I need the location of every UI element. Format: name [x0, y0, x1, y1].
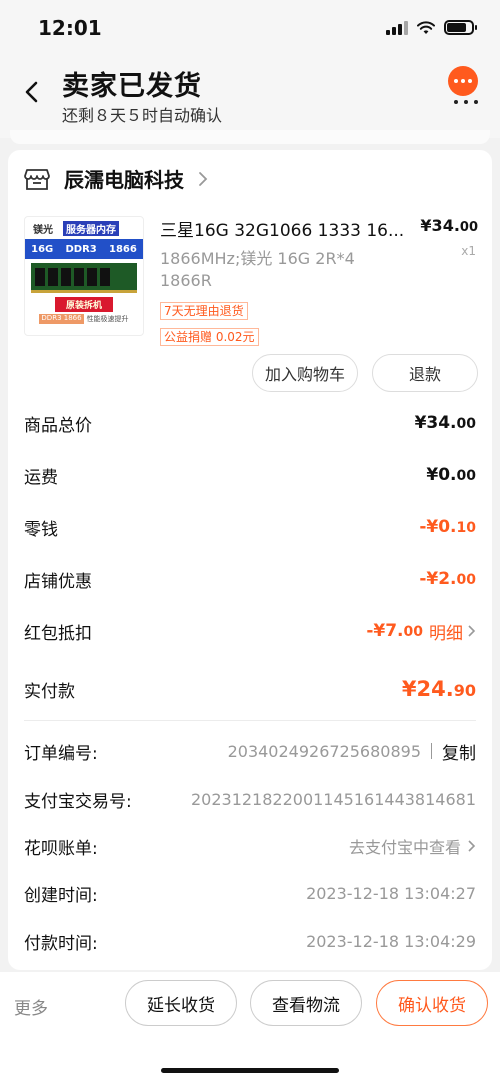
- home-indicator[interactable]: [161, 1068, 339, 1073]
- cost-value: -¥7.00: [366, 621, 423, 641]
- image-brand-text: 镁光: [33, 224, 53, 236]
- chevron-right-icon: [468, 625, 476, 637]
- chevron-right-icon: [199, 171, 208, 186]
- confirm-receipt-button[interactable]: 确认收货: [376, 980, 488, 1026]
- cost-value: -¥2.00: [419, 569, 476, 589]
- status-time: 12:01: [38, 16, 102, 40]
- image-ddr-banner: 16G DDR3 1866: [25, 239, 143, 259]
- copy-button[interactable]: 复制: [442, 739, 476, 764]
- product-price: ¥34.00: [420, 216, 478, 235]
- order-number-row: 订单编号: 2034024926725680895 复制: [24, 736, 476, 766]
- bottom-action-bar: 更多 延长收货 查看物流 确认收货: [0, 972, 500, 1082]
- image-bottom-badge: DDR3 1866: [39, 314, 84, 324]
- huabei-row[interactable]: 花呗账单: 去支付宝中查看: [24, 831, 476, 861]
- cost-value: -¥0.10: [419, 517, 476, 537]
- extend-receipt-button[interactable]: 延长收货: [125, 980, 237, 1026]
- paid-time: 2023-12-18 13:04:29: [306, 931, 476, 951]
- cost-row-red-packet: 红包抵扣 -¥7.00 明细: [24, 616, 476, 646]
- ram-stick-graphic: [31, 263, 137, 293]
- page-header: 卖家已发货 还剩８天５时自动确认: [0, 56, 500, 138]
- order-card: 辰濡电脑科技 镁光 服务器内存 16G DDR3 1866 原装拆机 DDR3 …: [8, 150, 492, 970]
- back-button[interactable]: [18, 78, 46, 106]
- refund-button[interactable]: 退款: [372, 354, 478, 392]
- charity-tag: 公益捐赠 0.02元: [160, 328, 259, 346]
- separator: [431, 743, 432, 759]
- cost-row-subtotal: 商品总价 ¥34.00: [24, 413, 476, 436]
- paid-amount: ¥24.90: [401, 677, 476, 701]
- status-bar: 12:01: [0, 0, 500, 56]
- status-icons: [386, 20, 477, 35]
- cost-value: ¥34.00: [414, 413, 476, 433]
- card-edge: [10, 130, 490, 144]
- paid-time-row: 付款时间: 2023-12-18 13:04:29: [24, 931, 476, 954]
- chevron-left-icon: [25, 81, 38, 103]
- cost-row-shop-discount: 店铺优惠 -¥2.00: [24, 569, 476, 592]
- wifi-icon: [417, 20, 435, 34]
- view-logistics-button[interactable]: 查看物流: [250, 980, 362, 1026]
- image-tag: 原装拆机: [55, 297, 113, 312]
- image-server-text: 服务器内存: [63, 220, 119, 236]
- shop-header[interactable]: 辰濡电脑科技: [24, 164, 208, 193]
- chevron-right-icon: [468, 840, 476, 852]
- product-image[interactable]: 镁光 服务器内存 16G DDR3 1866 原装拆机 DDR3 1866 性能…: [24, 216, 144, 336]
- created-time: 2023-12-18 13:04:27: [306, 883, 476, 903]
- cost-row-paid: 实付款 ¥24.90: [24, 677, 476, 702]
- store-icon: [24, 168, 50, 190]
- more-menu-button[interactable]: [448, 66, 484, 104]
- cost-row-change: 零钱 -¥0.10: [24, 517, 476, 540]
- message-icon: [448, 66, 478, 96]
- more-dots-icon: [448, 100, 484, 104]
- huabei-link[interactable]: 去支付宝中查看: [349, 834, 461, 858]
- alipay-number: 2023121822001145161443814681: [190, 789, 476, 809]
- product-title[interactable]: 三星16G 32G1066 1333 16...: [160, 216, 420, 241]
- shop-name: 辰濡电脑科技: [64, 168, 184, 192]
- divider: [24, 720, 476, 721]
- cost-value: ¥0.00: [426, 465, 476, 485]
- page-title: 卖家已发货: [62, 71, 202, 102]
- cost-row-shipping: 运费 ¥0.00: [24, 465, 476, 488]
- image-bottom-text: 性能极速提升: [86, 315, 129, 323]
- alipay-number-row: 支付宝交易号: 2023121822001145161443814681: [24, 789, 476, 812]
- more-button[interactable]: 更多: [14, 994, 48, 1019]
- detail-link[interactable]: 明细: [429, 619, 476, 644]
- battery-icon: [444, 20, 477, 35]
- product-spec: 1866MHz;镁光 16G 2R*4 1866R: [160, 249, 355, 290]
- add-to-cart-button[interactable]: 加入购物车: [252, 354, 358, 392]
- product-quantity: x1: [461, 244, 476, 258]
- created-time-row: 创建时间: 2023-12-18 13:04:27: [24, 883, 476, 906]
- return-policy-tag: 7天无理由退货: [160, 302, 248, 320]
- order-number: 2034024926725680895: [227, 741, 421, 761]
- auto-confirm-countdown: 还剩８天５时自动确认: [62, 106, 223, 125]
- signal-icon: [386, 20, 408, 35]
